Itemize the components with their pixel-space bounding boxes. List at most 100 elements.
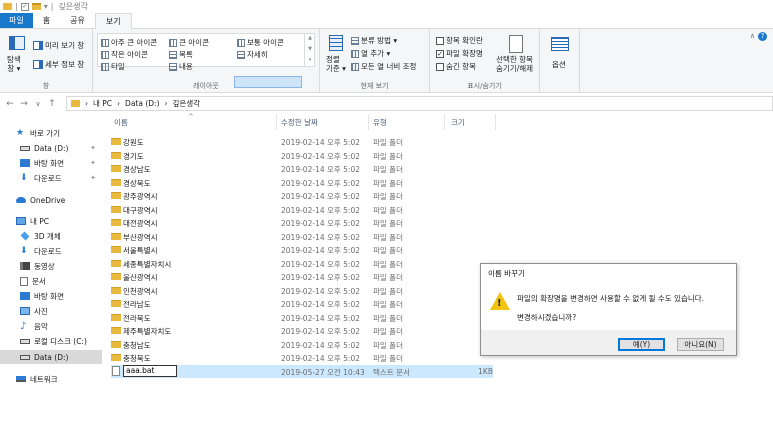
- nav-pinned-downloads[interactable]: ⬇ 다운로드 ✦: [0, 171, 102, 185]
- navigation-pane-button[interactable]: 탐색 창 ▾: [7, 55, 21, 73]
- table-row[interactable]: 경상남도 2019-02-14 오후 5:02 파일 폴더: [111, 162, 495, 175]
- nav-pictures[interactable]: 사진: [0, 304, 102, 318]
- breadcrumb-data-d[interactable]: Data (D:): [125, 99, 159, 108]
- column-separator[interactable]: [368, 114, 369, 130]
- table-row[interactable]: 세종특별자치시 2019-02-14 오후 5:02 파일 폴더: [111, 257, 495, 270]
- back-arrow-icon[interactable]: ←: [3, 99, 17, 109]
- nav-onedrive[interactable]: OneDrive: [0, 193, 102, 207]
- breadcrumb-this-pc[interactable]: 내 PC: [93, 98, 112, 109]
- table-row[interactable]: 경기도 2019-02-14 오후 5:02 파일 폴더: [111, 149, 495, 162]
- dialog-body: ! 파일의 확장명을 변경하면 사용할 수 없게 될 수도 있습니다. 변경하시…: [481, 278, 736, 329]
- hidden-items-toggle[interactable]: 숨긴 항목: [436, 61, 476, 72]
- file-name: 제주특별자치도: [123, 327, 172, 336]
- layout-extra-large-icons[interactable]: 아주 큰 아이콘: [101, 37, 157, 48]
- table-row[interactable]: 대구광역시 2019-02-14 오후 5:02 파일 폴더: [111, 203, 495, 216]
- help-icon[interactable]: ?: [758, 32, 767, 41]
- collapse-ribbon-chevron-icon[interactable]: ∧: [750, 32, 755, 40]
- forward-arrow-icon[interactable]: →: [17, 99, 31, 109]
- add-columns-button[interactable]: 열 추가 ▾: [351, 48, 390, 59]
- layout-details[interactable]: 자세히: [237, 49, 268, 60]
- navigation-pane-icon[interactable]: [9, 36, 25, 50]
- size-all-columns-button[interactable]: 모든 열 너비 조정: [351, 61, 416, 72]
- yes-button[interactable]: 예(Y): [618, 338, 665, 351]
- tab-share[interactable]: 공유: [60, 13, 95, 28]
- nav-desktop[interactable]: 바탕 화면: [0, 289, 102, 303]
- table-row[interactable]: 충청북도 2019-02-14 오후 5:02 파일 폴더: [111, 351, 495, 364]
- nav-music[interactable]: ♪ 음악: [0, 319, 102, 333]
- rename-input[interactable]: [123, 364, 177, 377]
- layout-medium-icons[interactable]: 보통 아이콘: [237, 37, 284, 48]
- customize-quick-access-chevron-icon[interactable]: ▾: [44, 2, 48, 11]
- layout-label: 아주 큰 아이콘: [111, 38, 158, 47]
- layout-content[interactable]: 내용: [169, 61, 193, 72]
- details-pane-button[interactable]: 세부 정보 창: [33, 59, 84, 70]
- up-arrow-icon[interactable]: ↑: [45, 99, 59, 109]
- nav-this-pc[interactable]: 내 PC: [0, 214, 102, 228]
- nav-3d-objects[interactable]: 3D 개체: [0, 229, 102, 243]
- nav-documents[interactable]: 문서: [0, 274, 102, 288]
- column-separator[interactable]: [495, 114, 496, 130]
- table-row-selected-file[interactable]: 2019-05-27 오전 10:43 텍스트 문서 1KB: [111, 364, 493, 378]
- new-folder-icon[interactable]: [31, 3, 41, 10]
- sort-by-button[interactable]: 정렬 기준 ▾: [326, 55, 346, 73]
- no-button[interactable]: 아니요(N): [677, 338, 724, 351]
- breadcrumb-separator-icon[interactable]: ›: [85, 99, 88, 108]
- file-extensions-checkbox[interactable]: ✓: [436, 49, 444, 58]
- file-date: 2019-02-14 오후 5:02: [281, 192, 360, 201]
- tab-file[interactable]: 파일: [0, 13, 33, 28]
- nav-data-d[interactable]: Data (D:): [0, 350, 102, 364]
- hide-selected-icon[interactable]: [509, 35, 523, 53]
- sort-by-icon[interactable]: [329, 35, 343, 51]
- table-row[interactable]: 경상북도 2019-02-14 오후 5:02 파일 폴더: [111, 176, 495, 189]
- layout-large-icons[interactable]: 큰 아이콘: [169, 37, 209, 48]
- hidden-items-checkbox[interactable]: [436, 62, 444, 71]
- nav-pinned-data-d[interactable]: Data (D:) ✦: [0, 141, 102, 155]
- hide-selected-button[interactable]: 선택한 항목 숨기기/해제: [496, 55, 533, 73]
- table-row[interactable]: 대전광역시 2019-02-14 오후 5:02 파일 폴더: [111, 216, 495, 229]
- column-header-type[interactable]: 유형: [373, 117, 387, 128]
- file-type: 파일 폴더: [373, 219, 403, 228]
- table-row[interactable]: 전라북도 2019-02-14 오후 5:02 파일 폴더: [111, 311, 495, 324]
- column-separator[interactable]: [444, 114, 445, 130]
- nav-downloads[interactable]: ⬇ 다운로드: [0, 244, 102, 258]
- breadcrumb-separator-icon[interactable]: ›: [165, 99, 168, 108]
- table-row[interactable]: 제주특별자치도 2019-02-14 오후 5:02 파일 폴더: [111, 324, 495, 337]
- file-name: 충청남도: [123, 340, 151, 350]
- options-icon[interactable]: [551, 37, 569, 51]
- table-row[interactable]: 광주광역시 2019-02-14 오후 5:02 파일 폴더: [111, 189, 495, 202]
- layout-gallery-scroll[interactable]: ▲ ▼ ▾: [304, 33, 315, 67]
- file-extensions-toggle[interactable]: ✓ 파일 확장명: [436, 48, 483, 59]
- table-row[interactable]: 충청남도 2019-02-14 오후 5:02 파일 폴더: [111, 338, 495, 351]
- column-separator[interactable]: [276, 114, 277, 130]
- item-checkboxes-checkbox[interactable]: [436, 36, 444, 45]
- tab-home[interactable]: 홈: [33, 13, 60, 28]
- recent-locations-chevron-icon[interactable]: ∨: [31, 100, 45, 108]
- column-header-modified[interactable]: 수정한 날짜: [281, 117, 318, 128]
- column-header-name[interactable]: 이름: [114, 117, 128, 128]
- table-row[interactable]: 전라남도 2019-02-14 오후 5:02 파일 폴더: [111, 297, 495, 310]
- layout-label: 타일: [111, 62, 125, 71]
- properties-check-icon[interactable]: ✓: [20, 2, 29, 11]
- column-header-size[interactable]: 크기: [451, 117, 465, 128]
- table-row[interactable]: 서울특별시 2019-02-14 오후 5:02 파일 폴더: [111, 243, 495, 256]
- tab-view[interactable]: 보기: [94, 13, 132, 29]
- breadcrumb-current-folder[interactable]: 깊은생각: [173, 98, 201, 109]
- preview-pane-button[interactable]: 미리 보기 창: [33, 40, 84, 51]
- nav-quick-access[interactable]: ★ 바로 가기: [0, 126, 102, 140]
- address-path[interactable]: › 내 PC › Data (D:) › 깊은생각: [66, 96, 773, 111]
- layout-list[interactable]: 목록: [169, 49, 193, 60]
- table-row[interactable]: 부산광역시 2019-02-14 오후 5:02 파일 폴더: [111, 230, 495, 243]
- nav-local-disk-c[interactable]: 로컬 디스크 (C:): [0, 334, 102, 348]
- nav-pinned-desktop[interactable]: 바탕 화면 ✦: [0, 156, 102, 170]
- group-by-button[interactable]: 분류 방법 ▾: [351, 35, 397, 46]
- options-button[interactable]: 옵션: [552, 59, 566, 70]
- nav-videos[interactable]: 동영상: [0, 259, 102, 273]
- table-row[interactable]: 울산광역시 2019-02-14 오후 5:02 파일 폴더: [111, 270, 495, 283]
- layout-small-icons[interactable]: 작은 아이콘: [101, 49, 148, 60]
- table-row[interactable]: 강원도 2019-02-14 오후 5:02 파일 폴더: [111, 135, 495, 148]
- layout-tiles[interactable]: 타일: [101, 61, 125, 72]
- nav-network[interactable]: 네트워크: [0, 372, 102, 386]
- table-row[interactable]: 인천광역시 2019-02-14 오후 5:02 파일 폴더: [111, 284, 495, 297]
- breadcrumb-separator-icon[interactable]: ›: [117, 99, 120, 108]
- item-checkboxes-toggle[interactable]: 항목 확인란: [436, 35, 483, 46]
